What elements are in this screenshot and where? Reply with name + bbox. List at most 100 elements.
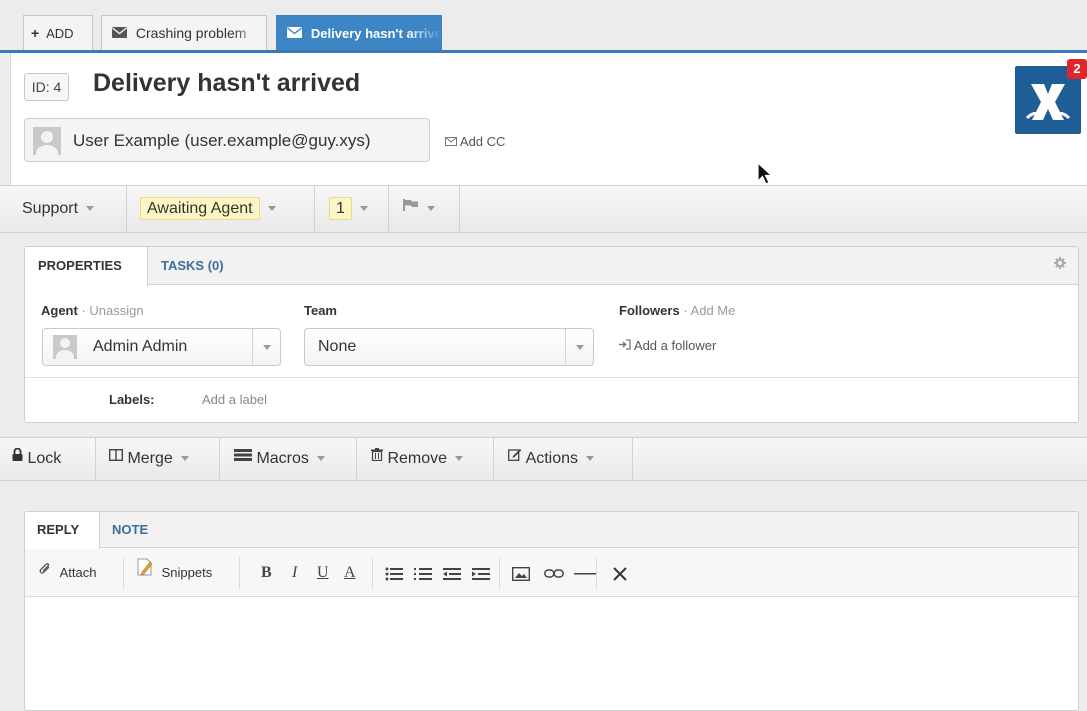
chevron-down-icon — [565, 329, 593, 365]
macros-label: Macros — [256, 450, 309, 467]
user-name-email: User Example (user.example@guy.xys) — [73, 131, 371, 150]
add-me-link[interactable]: Add Me — [691, 303, 736, 318]
underline-button[interactable]: U — [317, 549, 329, 597]
remove-dropdown[interactable]: Remove — [371, 436, 464, 480]
add-label-input[interactable]: Add a label — [202, 392, 267, 407]
chevron-down-icon — [252, 329, 280, 365]
chevron-down-icon — [427, 206, 435, 212]
reply-toolbar: Attach Snippets B I U A — [25, 549, 1078, 597]
ticket-tab-bar: + ADD Crashing problem Delivery hasn't a… — [0, 0, 1087, 53]
lock-button[interactable]: Lock — [12, 438, 61, 480]
urgency-dropdown[interactable]: 1 — [329, 186, 368, 232]
chevron-down-icon — [359, 206, 368, 212]
flag-icon — [403, 184, 419, 230]
bold-button[interactable]: B — [261, 549, 272, 597]
ticket-title[interactable]: Delivery hasn't arrived — [93, 69, 360, 98]
snippet-icon — [136, 548, 154, 596]
tab-delivery-hasnt-arrived[interactable]: Delivery hasn't arrived — [276, 15, 442, 51]
tab-properties[interactable]: PROPERTIES — [25, 247, 148, 286]
flag-dropdown[interactable] — [403, 186, 435, 232]
agent-select-value: Admin Admin — [93, 338, 188, 355]
chevron-down-icon — [267, 206, 276, 212]
notification-badge[interactable]: 2 — [1067, 59, 1087, 79]
gear-icon[interactable] — [1054, 257, 1066, 272]
reply-tab-bar: REPLY NOTE — [25, 512, 1078, 549]
chevron-down-icon — [316, 456, 325, 462]
chevron-down-icon — [86, 206, 95, 212]
plus-icon: + — [31, 25, 40, 41]
department-label: Support — [22, 200, 79, 217]
tab-label: Crashing problem — [135, 25, 247, 41]
columns-icon — [108, 436, 124, 478]
agent-select[interactable]: Admin Admin — [42, 328, 281, 366]
followers-label: Followers — [619, 303, 680, 318]
close-icon[interactable] — [613, 549, 627, 597]
reply-panel: REPLY NOTE Attach Snippets B I U A — [24, 511, 1079, 711]
merge-label: Merge — [127, 450, 173, 467]
add-tab-button[interactable]: + ADD — [23, 15, 93, 51]
actions-dropdown[interactable]: Actions — [508, 436, 595, 480]
snippets-button[interactable]: Snippets — [136, 549, 212, 597]
avatar — [53, 335, 77, 359]
mouse-cursor-icon — [757, 162, 773, 185]
department-dropdown[interactable]: Support — [22, 186, 95, 232]
team-select[interactable]: None — [304, 328, 594, 366]
trash-icon — [371, 436, 383, 478]
envelope-icon — [287, 16, 302, 50]
macros-dropdown[interactable]: Macros — [234, 438, 325, 480]
envelope-icon — [112, 16, 127, 50]
labels-label: Labels: — [109, 392, 155, 407]
urgency-badge: 1 — [329, 197, 352, 220]
link-icon[interactable] — [544, 549, 564, 597]
status-dropdown[interactable]: Awaiting Agent — [140, 186, 276, 232]
attach-label: Attach — [59, 565, 97, 580]
tab-crashing-problem[interactable]: Crashing problem — [101, 15, 267, 51]
add-follower-label: Add a follower — [633, 338, 717, 353]
paperclip-icon — [38, 548, 52, 596]
numbered-list-icon[interactable] — [414, 549, 432, 597]
indent-icon[interactable] — [472, 549, 490, 597]
divider — [25, 377, 1078, 378]
envelope-outline-icon — [445, 134, 457, 149]
add-cc-link[interactable]: Add CC — [445, 134, 505, 149]
ticket-action-bar: Lock Merge Macros Remove Actions — [0, 437, 1087, 481]
image-icon[interactable] — [511, 549, 531, 597]
horizontal-rule-icon[interactable] — [574, 549, 596, 597]
sign-in-icon — [619, 338, 631, 353]
tab-tasks[interactable]: TASKS (0) — [161, 247, 224, 285]
properties-panel: PROPERTIES TASKS (0) Agent · Unassign Ad… — [24, 246, 1079, 423]
ticket-header: ID: 4 Delivery hasn't arrived User Examp… — [10, 53, 1087, 185]
lock-label: Lock — [27, 450, 62, 467]
ticket-status-bar: Support Awaiting Agent 1 — [0, 185, 1087, 233]
outdent-icon[interactable] — [443, 549, 461, 597]
merge-dropdown[interactable]: Merge — [108, 436, 189, 480]
team-label: Team — [304, 303, 337, 318]
lock-icon — [12, 436, 23, 478]
add-tab-label: ADD — [46, 26, 74, 41]
snippets-label: Snippets — [161, 565, 213, 580]
agent-label-group: Agent · Unassign — [41, 303, 144, 318]
unassign-link[interactable]: Unassign — [89, 303, 143, 318]
reply-textarea[interactable] — [25, 598, 1078, 708]
ticket-user[interactable]: User Example (user.example@guy.xys) — [24, 118, 430, 162]
avatar — [33, 127, 61, 155]
ticket-id-badge: ID: 4 — [24, 73, 69, 101]
attach-button[interactable]: Attach — [38, 549, 96, 597]
bullet-list-icon[interactable] — [385, 549, 403, 597]
remove-label: Remove — [387, 450, 448, 467]
chevron-down-icon — [455, 456, 464, 462]
text-color-button[interactable]: A — [344, 549, 356, 597]
status-badge: Awaiting Agent — [140, 197, 260, 220]
add-follower-link[interactable]: Add a follower — [619, 338, 716, 353]
properties-tab-bar: PROPERTIES TASKS (0) — [25, 247, 1078, 286]
followers-label-group: Followers · Add Me — [619, 303, 736, 318]
agent-label: Agent — [41, 303, 78, 318]
actions-label: Actions — [525, 450, 579, 467]
add-cc-label: Add CC — [459, 134, 506, 149]
tab-note[interactable]: NOTE — [112, 512, 148, 548]
italic-button[interactable]: I — [292, 549, 297, 597]
chevron-down-icon — [180, 456, 189, 462]
tab-reply[interactable]: REPLY — [25, 512, 100, 549]
team-select-value: None — [318, 338, 357, 355]
edit-icon — [508, 436, 522, 478]
